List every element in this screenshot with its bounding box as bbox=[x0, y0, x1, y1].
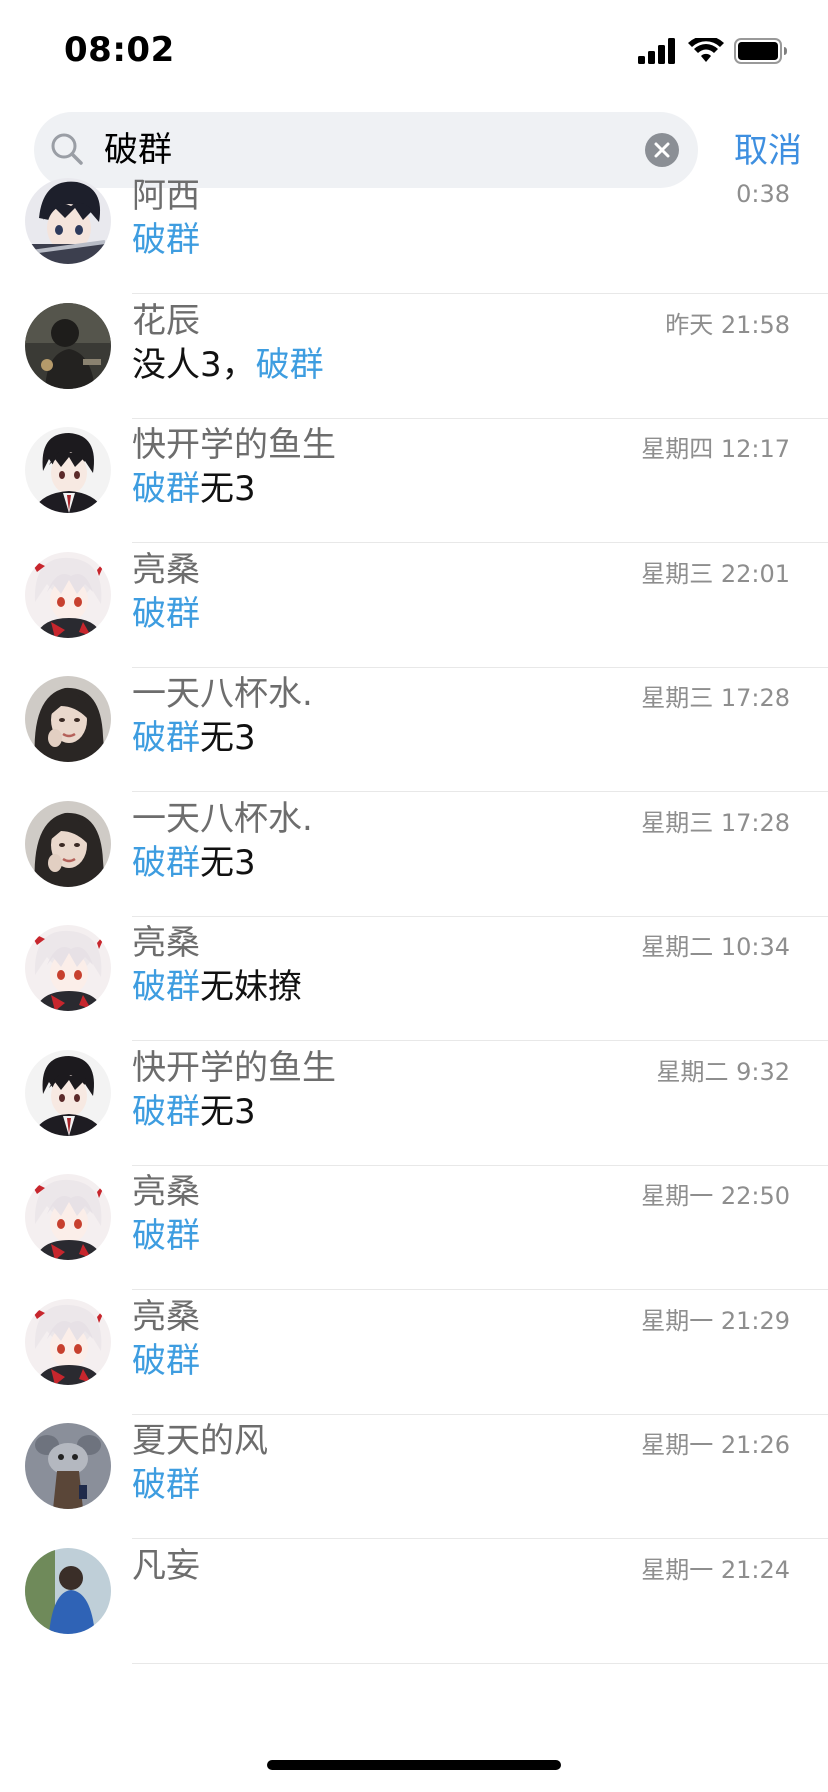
message-preview: 破群 bbox=[132, 1208, 200, 1257]
preview-keyword-highlight: 破群 bbox=[132, 1091, 200, 1132]
message-time: 星期四 12:17 bbox=[641, 435, 790, 463]
search-result-item[interactable]: 一天八杯水. 星期三 17:28 破群无3 bbox=[0, 775, 828, 917]
preview-text: 无3 bbox=[200, 842, 256, 883]
contact-name: 亮桑 bbox=[132, 549, 200, 590]
avatar[interactable] bbox=[25, 427, 111, 513]
search-result-item[interactable]: 快开学的鱼生 星期四 12:17 破群无3 bbox=[0, 401, 828, 543]
status-bar: 08:02 bbox=[0, 0, 828, 100]
message-time: 星期二 9:32 bbox=[656, 1057, 790, 1086]
message-preview: 破群无3 bbox=[132, 710, 256, 759]
home-indicator[interactable] bbox=[267, 1760, 561, 1770]
preview-text: 无3 bbox=[200, 469, 256, 509]
avatar[interactable] bbox=[25, 302, 111, 389]
preview-keyword-highlight: 破群 bbox=[132, 593, 200, 634]
contact-name: 阿西 bbox=[132, 176, 200, 216]
contact-name: 一天八杯水. bbox=[132, 798, 313, 839]
search-result-item[interactable]: 一天八杯水. 星期三 17:28 破群无3 bbox=[0, 650, 828, 792]
contact-name: 亮桑 bbox=[132, 1296, 200, 1337]
preview-keyword-highlight: 破群 bbox=[132, 220, 200, 260]
avatar[interactable] bbox=[25, 1298, 111, 1385]
preview-keyword-highlight: 破群 bbox=[132, 967, 200, 1007]
preview-keyword-highlight: 破群 bbox=[132, 1216, 200, 1256]
status-icons bbox=[638, 38, 788, 64]
message-preview: 破群 bbox=[132, 1333, 200, 1382]
contact-name: 夏天的风 bbox=[132, 1421, 268, 1461]
message-time: 星期一 21:24 bbox=[641, 1555, 790, 1584]
search-result-item[interactable]: 亮桑 星期一 21:29 破群 bbox=[0, 1273, 828, 1415]
contact-name: 凡妄 bbox=[132, 1545, 200, 1586]
message-time: 星期一 21:26 bbox=[641, 1431, 790, 1459]
avatar[interactable] bbox=[25, 925, 111, 1011]
message-preview: 破群 bbox=[132, 1457, 200, 1506]
preview-keyword-highlight: 破群 bbox=[132, 469, 200, 509]
contact-name: 亮桑 bbox=[132, 1172, 200, 1212]
avatar[interactable] bbox=[25, 551, 111, 638]
preview-keyword-highlight: 破群 bbox=[255, 344, 324, 385]
preview-keyword-highlight: 破群 bbox=[132, 1465, 200, 1505]
search-result-item[interactable]: 凡妄 星期一 21:24 bbox=[0, 1522, 828, 1664]
search-result-item[interactable]: 亮桑 星期三 22:01 破群 bbox=[0, 526, 828, 668]
contact-name: 亮桑 bbox=[132, 923, 200, 963]
message-time: 星期三 17:28 bbox=[641, 808, 790, 837]
preview-text: 无3 bbox=[200, 1091, 256, 1132]
contact-name: 快开学的鱼生 bbox=[132, 1047, 336, 1088]
cellular-signal-icon bbox=[638, 38, 675, 64]
avatar[interactable] bbox=[25, 1174, 111, 1260]
search-result-item[interactable]: 亮桑 星期二 10:34 破群无妹撩 bbox=[0, 899, 828, 1041]
preview-text: 没人3， bbox=[132, 344, 256, 385]
preview-keyword-highlight: 破群 bbox=[132, 842, 200, 883]
preview-keyword-highlight: 破群 bbox=[132, 718, 200, 758]
search-result-item[interactable]: 快开学的鱼生 星期二 9:32 破群无3 bbox=[0, 1024, 828, 1166]
status-time: 08:02 bbox=[64, 30, 175, 70]
avatar[interactable] bbox=[25, 1049, 111, 1136]
search-result-item[interactable]: 夏天的风 星期一 21:26 破群 bbox=[0, 1397, 828, 1539]
message-preview: 破群无3 bbox=[132, 461, 256, 510]
contact-name: 快开学的鱼生 bbox=[132, 425, 336, 465]
avatar[interactable] bbox=[25, 1547, 111, 1634]
row-separator bbox=[132, 1662, 828, 1664]
wifi-icon bbox=[688, 38, 724, 62]
message-preview: 没人3，破群 bbox=[132, 337, 324, 386]
message-time: 星期三 17:28 bbox=[641, 684, 790, 712]
search-result-item[interactable]: 亮桑 星期一 22:50 破群 bbox=[0, 1148, 828, 1290]
search-result-item[interactable]: 阿西 0:38 破群 bbox=[0, 152, 828, 294]
message-time: 昨天 21:58 bbox=[665, 310, 790, 339]
search-result-item[interactable]: 花辰 昨天 21:58 没人3，破群 bbox=[0, 277, 828, 419]
contact-name: 花辰 bbox=[132, 300, 200, 341]
message-time: 0:38 bbox=[736, 180, 790, 208]
message-preview: 破群无3 bbox=[132, 1084, 256, 1133]
message-time: 星期一 22:50 bbox=[641, 1182, 790, 1210]
preview-keyword-highlight: 破群 bbox=[132, 1340, 200, 1381]
avatar[interactable] bbox=[25, 1423, 111, 1509]
contact-name: 一天八杯水. bbox=[132, 674, 313, 714]
message-preview: 破群无3 bbox=[132, 835, 256, 884]
avatar[interactable] bbox=[25, 800, 111, 887]
avatar[interactable] bbox=[25, 676, 111, 762]
avatar[interactable] bbox=[25, 178, 111, 264]
message-preview: 破群无妹撩 bbox=[132, 959, 302, 1008]
message-preview: 破群 bbox=[132, 212, 200, 261]
message-time: 星期一 21:29 bbox=[641, 1306, 790, 1335]
message-time: 星期三 22:01 bbox=[641, 559, 790, 588]
preview-text: 无妹撩 bbox=[200, 967, 302, 1007]
battery-icon bbox=[734, 38, 787, 64]
message-time: 星期二 10:34 bbox=[641, 933, 790, 961]
preview-text: 无3 bbox=[200, 718, 256, 758]
message-preview: 破群 bbox=[132, 586, 200, 635]
